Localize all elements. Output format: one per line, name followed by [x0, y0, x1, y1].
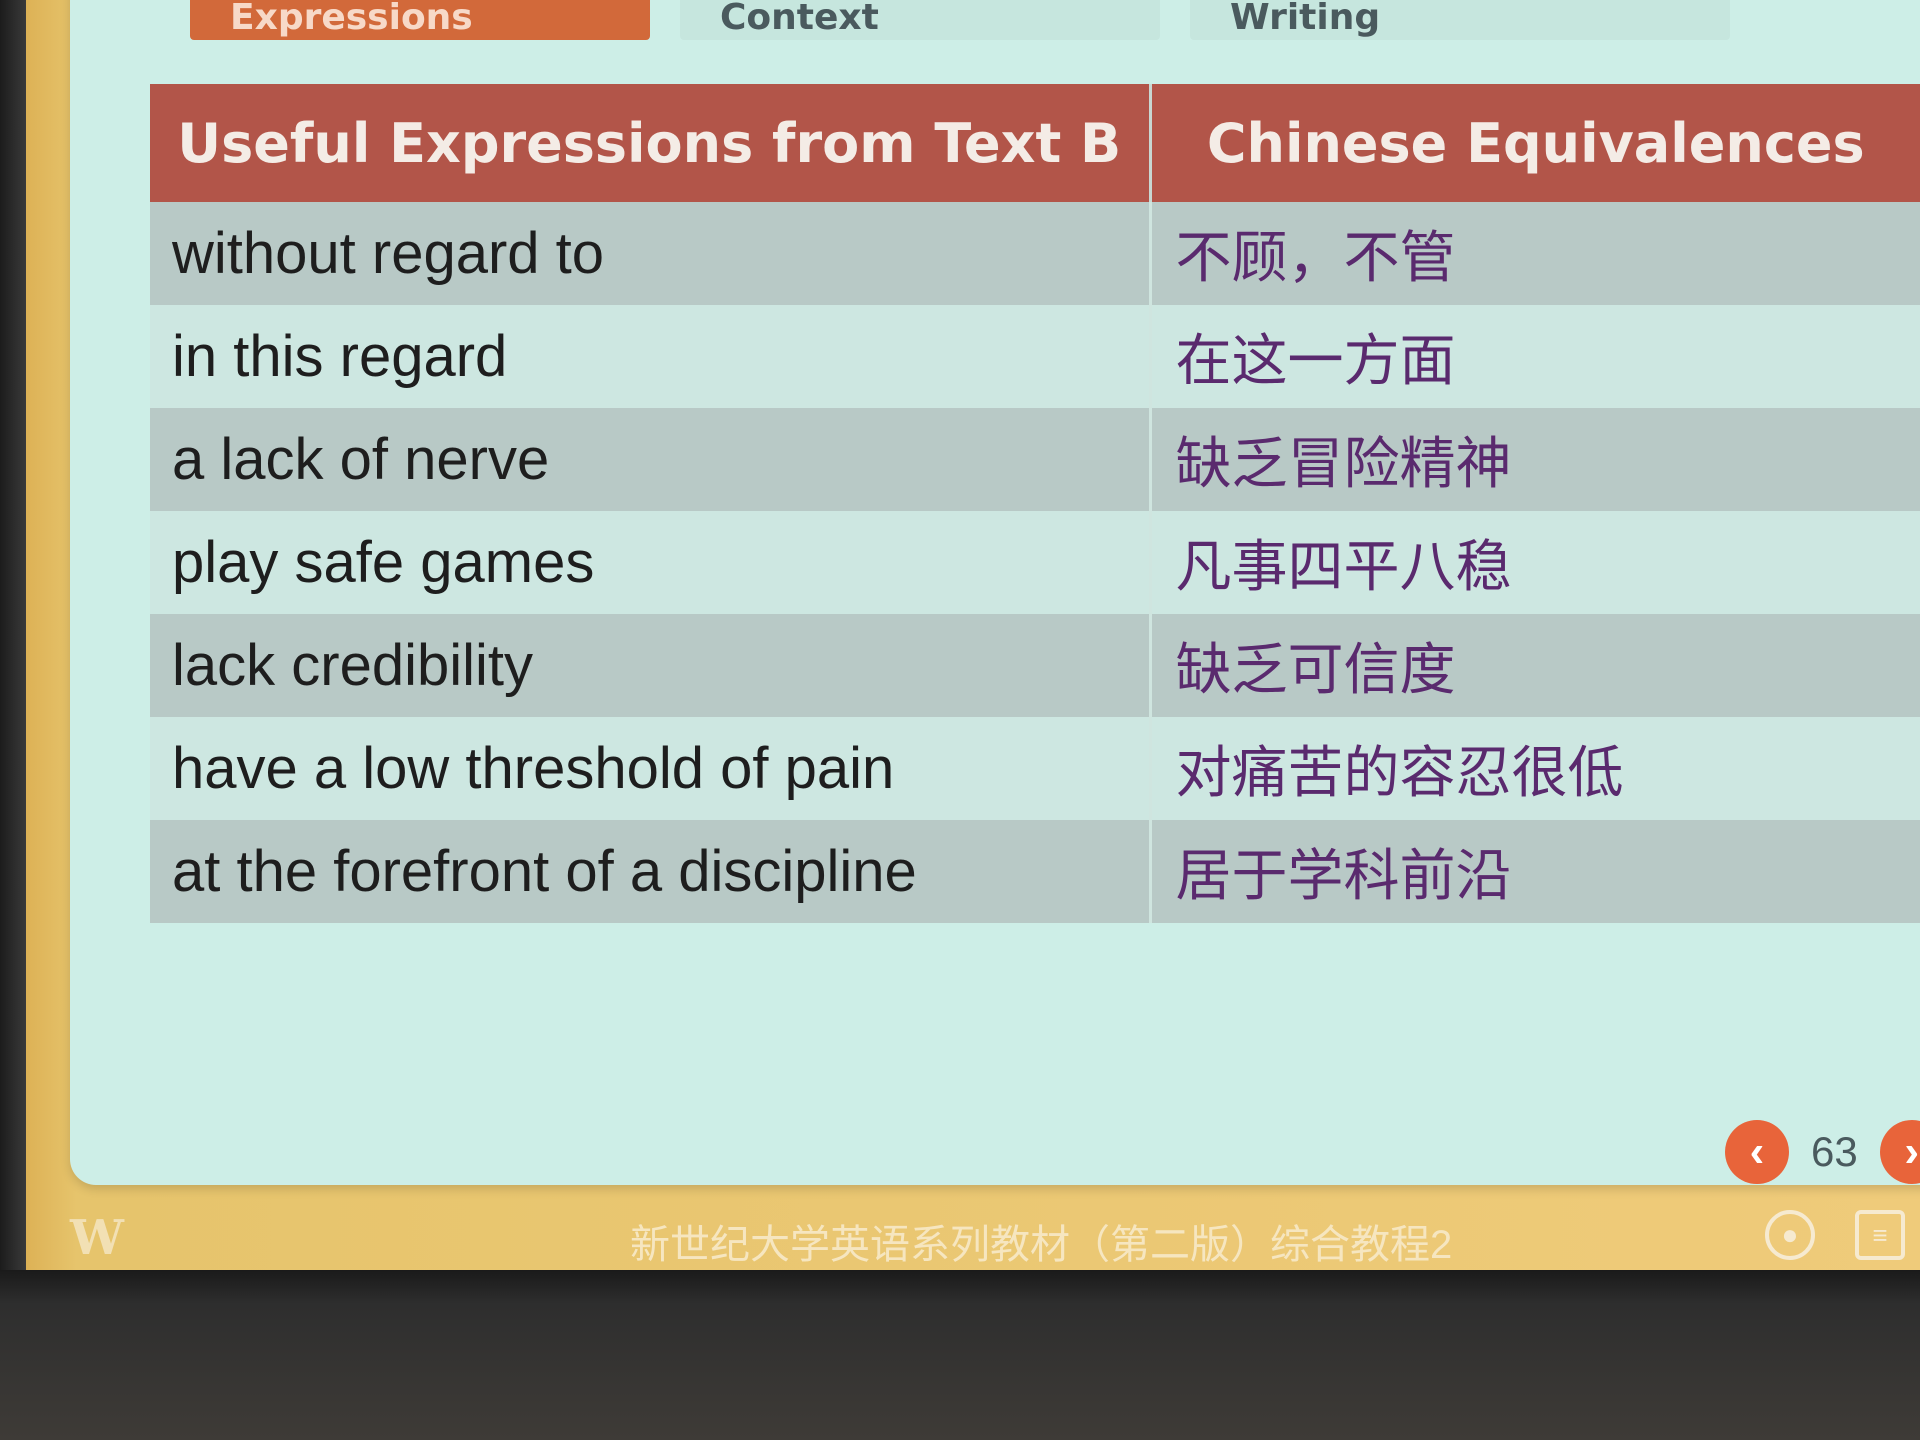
chinese-cell: 凡事四平八稳 [1148, 511, 1920, 614]
expressions-table: Useful Expressions from Text B Chinese E… [150, 84, 1920, 923]
chevron-left-icon: ‹ [1749, 1127, 1765, 1176]
table-row: have a low threshold of pain 对痛苦的容忍很低 [150, 717, 1920, 820]
expression-cell: in this regard [150, 305, 1150, 408]
header-chinese-equivalences: Chinese Equivalences [1150, 84, 1920, 202]
next-page-button[interactable]: › [1879, 1120, 1920, 1184]
header-useful-expressions: Useful Expressions from Text B [150, 84, 1152, 202]
chinese-cell: 居于学科前沿 [1148, 820, 1920, 923]
expression-cell: play safe games [150, 511, 1150, 614]
tab-useful-expressions[interactable]: Useful Expressions [190, 0, 650, 40]
expression-cell: have a low threshold of pain [150, 717, 1150, 820]
expression-cell: without regard to [150, 202, 1150, 305]
chinese-cell: 对痛苦的容忍很低 [1148, 717, 1920, 820]
notes-icon[interactable]: ≡ [1855, 1210, 1905, 1260]
chinese-cell: 不顾，不管 [1148, 202, 1920, 305]
publisher-logo: W [70, 1210, 124, 1266]
monitor-bezel [0, 0, 26, 1290]
table-header-row: Useful Expressions from Text B Chinese E… [150, 84, 1920, 202]
pager: ‹ 63 › [1725, 1120, 1920, 1184]
expression-cell: a lack of nerve [150, 408, 1150, 511]
course-title: 新世纪大学英语系列教材（第二版）综合教程2 [630, 1223, 1453, 1267]
expressions-table-wrap: Useful Expressions from Text B Chinese E… [150, 84, 1920, 923]
table-row: play safe games 凡事四平八稳 [150, 511, 1920, 614]
table-row: a lack of nerve 缺乏冒险精神 [150, 408, 1920, 511]
table-row: in this regard 在这一方面 [150, 305, 1920, 408]
previous-page-button[interactable]: ‹ [1725, 1120, 1789, 1184]
expression-cell: lack credibility [150, 614, 1150, 717]
user-icon[interactable]: ● [1765, 1210, 1815, 1260]
tab-grammar-in-context[interactable]: Grammar in Context [680, 0, 1160, 40]
chinese-cell: 在这一方面 [1148, 305, 1920, 408]
chevron-right-icon: › [1904, 1127, 1920, 1176]
tab-theme-related-writing[interactable]: Theme-Related Writing [1190, 0, 1730, 40]
tab-bar: Useful Expressions Grammar in Context Th… [190, 0, 1730, 40]
footer-icons: ● ≡ [1765, 1210, 1905, 1260]
screen: Useful Expressions Grammar in Context Th… [0, 0, 1920, 1290]
chinese-cell: 缺乏可信度 [1148, 614, 1920, 717]
expression-cell: at the forefront of a discipline [150, 820, 1150, 923]
page-number: 63 [1811, 1128, 1858, 1175]
table-row: at the forefront of a discipline 居于学科前沿 [150, 820, 1920, 923]
chinese-cell: 缺乏冒险精神 [1148, 408, 1920, 511]
monitor-bottom-bezel [0, 1270, 1920, 1440]
table-row: lack credibility 缺乏可信度 [150, 614, 1920, 717]
table-row: without regard to 不顾，不管 [150, 202, 1920, 305]
